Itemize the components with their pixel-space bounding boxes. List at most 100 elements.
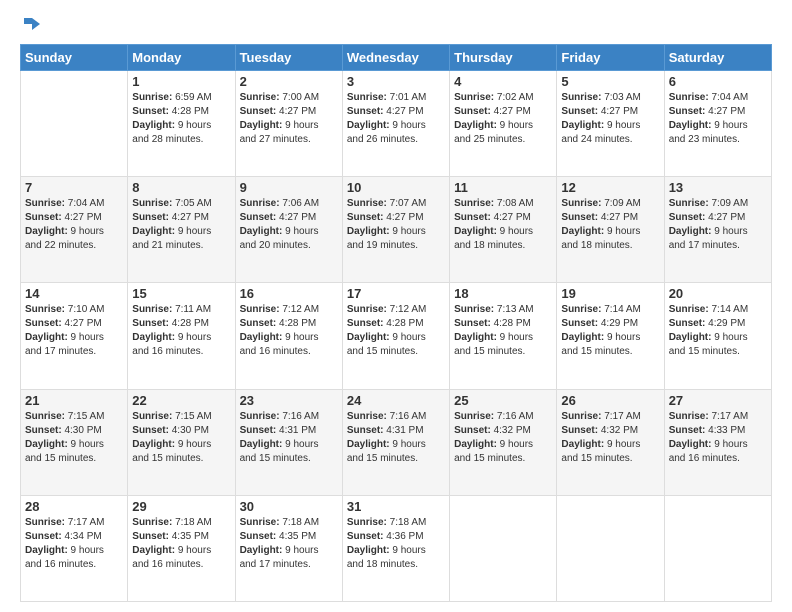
cell-info: Sunrise: 7:02 AMSunset: 4:27 PMDaylight:…	[454, 91, 552, 147]
cell-info: Sunrise: 7:14 AMSunset: 4:29 PMDaylight:…	[669, 303, 767, 359]
cell-info: Sunrise: 7:12 AMSunset: 4:28 PMDaylight:…	[240, 303, 338, 359]
calendar-cell: 20 Sunrise: 7:14 AMSunset: 4:29 PMDayligh…	[664, 283, 771, 389]
calendar-cell: 17 Sunrise: 7:12 AMSunset: 4:28 PMDayligh…	[342, 283, 449, 389]
calendar-cell: 18Sunrise: 7:13 AMSunset: 4:28 PMDayligh…	[450, 283, 557, 389]
calendar-cell: 21Sunrise: 7:15 AMSunset: 4:30 PMDayligh…	[21, 389, 128, 495]
logo	[20, 16, 42, 36]
calendar-cell	[21, 71, 128, 177]
cell-info: Sunrise: 7:03 AMSunset: 4:27 PMDaylight:…	[561, 91, 659, 147]
calendar-table: SundayMondayTuesdayWednesdayThursdayFrid…	[20, 44, 772, 602]
calendar-cell: 2Sunrise: 7:00 AMSunset: 4:27 PMDaylight…	[235, 71, 342, 177]
cell-info: Sunrise: 7:15 AMSunset: 4:30 PMDaylight:…	[132, 410, 230, 466]
cell-info: Sunrise: 7:16 AMSunset: 4:31 PMDaylight:…	[240, 410, 338, 466]
cell-info: Sunrise: 7:06 AMSunset: 4:27 PMDaylight:…	[240, 197, 338, 253]
cell-info: Sunrise: 7:16 AMSunset: 4:31 PMDaylight:…	[347, 410, 445, 466]
day-of-week-header: Thursday	[450, 45, 557, 71]
calendar-cell: 19 Sunrise: 7:14 AMSunset: 4:29 PMDayligh…	[557, 283, 664, 389]
day-of-week-header: Friday	[557, 45, 664, 71]
cell-info: Sunrise: 7:04 AMSunset: 4:27 PMDaylight:…	[25, 197, 123, 253]
calendar-week-row: 14 Sunrise: 7:10 AMSunset: 4:27 PMDayligh…	[21, 283, 772, 389]
day-number: 30	[240, 499, 338, 514]
calendar-week-row: 7 Sunrise: 7:04 AMSunset: 4:27 PMDaylight…	[21, 177, 772, 283]
calendar-cell: 23Sunrise: 7:16 AMSunset: 4:31 PMDayligh…	[235, 389, 342, 495]
calendar-cell: 7 Sunrise: 7:04 AMSunset: 4:27 PMDaylight…	[21, 177, 128, 283]
day-number: 16	[240, 286, 338, 301]
day-number: 20	[669, 286, 767, 301]
day-number: 6	[669, 74, 767, 89]
day-number: 21	[25, 393, 123, 408]
day-number: 4	[454, 74, 552, 89]
day-number: 11	[454, 180, 552, 195]
day-number: 26	[561, 393, 659, 408]
cell-info: Sunrise: 7:11 AMSunset: 4:28 PMDaylight:…	[132, 303, 230, 359]
calendar-cell: 25 Sunrise: 7:16 AMSunset: 4:32 PMDayligh…	[450, 389, 557, 495]
cell-info: Sunrise: 7:18 AMSunset: 4:35 PMDaylight:…	[240, 516, 338, 572]
cell-info: Sunrise: 7:17 AMSunset: 4:32 PMDaylight:…	[561, 410, 659, 466]
calendar-week-row: 28Sunrise: 7:17 AMSunset: 4:34 PMDayligh…	[21, 495, 772, 601]
cell-info: Sunrise: 7:09 AMSunset: 4:27 PMDaylight:…	[669, 197, 767, 253]
day-of-week-header: Sunday	[21, 45, 128, 71]
calendar-cell: 13 Sunrise: 7:09 AMSunset: 4:27 PMDayligh…	[664, 177, 771, 283]
day-number: 14	[25, 286, 123, 301]
day-number: 7	[25, 180, 123, 195]
cell-info: Sunrise: 7:05 AMSunset: 4:27 PMDaylight:…	[132, 197, 230, 253]
calendar-cell: 12 Sunrise: 7:09 AMSunset: 4:27 PMDayligh…	[557, 177, 664, 283]
day-number: 1	[132, 74, 230, 89]
cell-info: Sunrise: 7:07 AMSunset: 4:27 PMDaylight:…	[347, 197, 445, 253]
day-number: 25	[454, 393, 552, 408]
cell-info: Sunrise: 7:14 AMSunset: 4:29 PMDaylight:…	[561, 303, 659, 359]
day-number: 15	[132, 286, 230, 301]
day-number: 3	[347, 74, 445, 89]
calendar-cell: 1 Sunrise: 6:59 AMSunset: 4:28 PMDaylight…	[128, 71, 235, 177]
cell-info: Sunrise: 6:59 AMSunset: 4:28 PMDaylight:…	[132, 91, 230, 147]
day-number: 31	[347, 499, 445, 514]
calendar-cell: 5 Sunrise: 7:03 AMSunset: 4:27 PMDaylight…	[557, 71, 664, 177]
cell-info: Sunrise: 7:13 AMSunset: 4:28 PMDaylight:…	[454, 303, 552, 359]
day-number: 24	[347, 393, 445, 408]
day-of-week-header: Saturday	[664, 45, 771, 71]
day-of-week-header: Wednesday	[342, 45, 449, 71]
calendar-cell	[450, 495, 557, 601]
calendar-cell: 22 Sunrise: 7:15 AMSunset: 4:30 PMDayligh…	[128, 389, 235, 495]
calendar-cell	[557, 495, 664, 601]
calendar-cell: 8 Sunrise: 7:05 AMSunset: 4:27 PMDaylight…	[128, 177, 235, 283]
calendar-week-row: 1 Sunrise: 6:59 AMSunset: 4:28 PMDaylight…	[21, 71, 772, 177]
day-number: 5	[561, 74, 659, 89]
calendar-cell: 27 Sunrise: 7:17 AMSunset: 4:33 PMDayligh…	[664, 389, 771, 495]
cell-info: Sunrise: 7:08 AMSunset: 4:27 PMDaylight:…	[454, 197, 552, 253]
calendar-cell: 16 Sunrise: 7:12 AMSunset: 4:28 PMDayligh…	[235, 283, 342, 389]
calendar-cell: 24 Sunrise: 7:16 AMSunset: 4:31 PMDayligh…	[342, 389, 449, 495]
day-number: 12	[561, 180, 659, 195]
day-number: 8	[132, 180, 230, 195]
page: SundayMondayTuesdayWednesdayThursdayFrid…	[0, 0, 792, 612]
cell-info: Sunrise: 7:18 AMSunset: 4:36 PMDaylight:…	[347, 516, 445, 572]
calendar-cell	[664, 495, 771, 601]
day-number: 27	[669, 393, 767, 408]
cell-info: Sunrise: 7:17 AMSunset: 4:33 PMDaylight:…	[669, 410, 767, 466]
day-number: 22	[132, 393, 230, 408]
day-of-week-header: Tuesday	[235, 45, 342, 71]
day-number: 29	[132, 499, 230, 514]
calendar-cell: 26 Sunrise: 7:17 AMSunset: 4:32 PMDayligh…	[557, 389, 664, 495]
day-number: 19	[561, 286, 659, 301]
cell-info: Sunrise: 7:16 AMSunset: 4:32 PMDaylight:…	[454, 410, 552, 466]
cell-info: Sunrise: 7:10 AMSunset: 4:27 PMDaylight:…	[25, 303, 123, 359]
cell-info: Sunrise: 7:01 AMSunset: 4:27 PMDaylight:…	[347, 91, 445, 147]
day-number: 13	[669, 180, 767, 195]
cell-info: Sunrise: 7:09 AMSunset: 4:27 PMDaylight:…	[561, 197, 659, 253]
day-number: 17	[347, 286, 445, 301]
calendar-cell: 29Sunrise: 7:18 AMSunset: 4:35 PMDayligh…	[128, 495, 235, 601]
calendar-cell: 6 Sunrise: 7:04 AMSunset: 4:27 PMDaylight…	[664, 71, 771, 177]
calendar-week-row: 21 Sunrise: 7:15 AMSunset: 4:30 PMDayligh…	[21, 389, 772, 495]
calendar-cell: 10 Sunrise: 7:07 AMSunset: 4:27 PMDayligh…	[342, 177, 449, 283]
calendar-cell: 31 Sunrise: 7:18 AMSunset: 4:36 PMDayligh…	[342, 495, 449, 601]
calendar-cell: 28Sunrise: 7:17 AMSunset: 4:34 PMDayligh…	[21, 495, 128, 601]
calendar-cell: 14 Sunrise: 7:10 AMSunset: 4:27 PMDayligh…	[21, 283, 128, 389]
cell-info: Sunrise: 7:12 AMSunset: 4:28 PMDaylight:…	[347, 303, 445, 359]
calendar-cell: 15 Sunrise: 7:11 AMSunset: 4:28 PMDayligh…	[128, 283, 235, 389]
header	[20, 16, 772, 36]
day-number: 10	[347, 180, 445, 195]
calendar-header-row: SundayMondayTuesdayWednesdayThursdayFrid…	[21, 45, 772, 71]
cell-info: Sunrise: 7:04 AMSunset: 4:27 PMDaylight:…	[669, 91, 767, 147]
day-number: 9	[240, 180, 338, 195]
